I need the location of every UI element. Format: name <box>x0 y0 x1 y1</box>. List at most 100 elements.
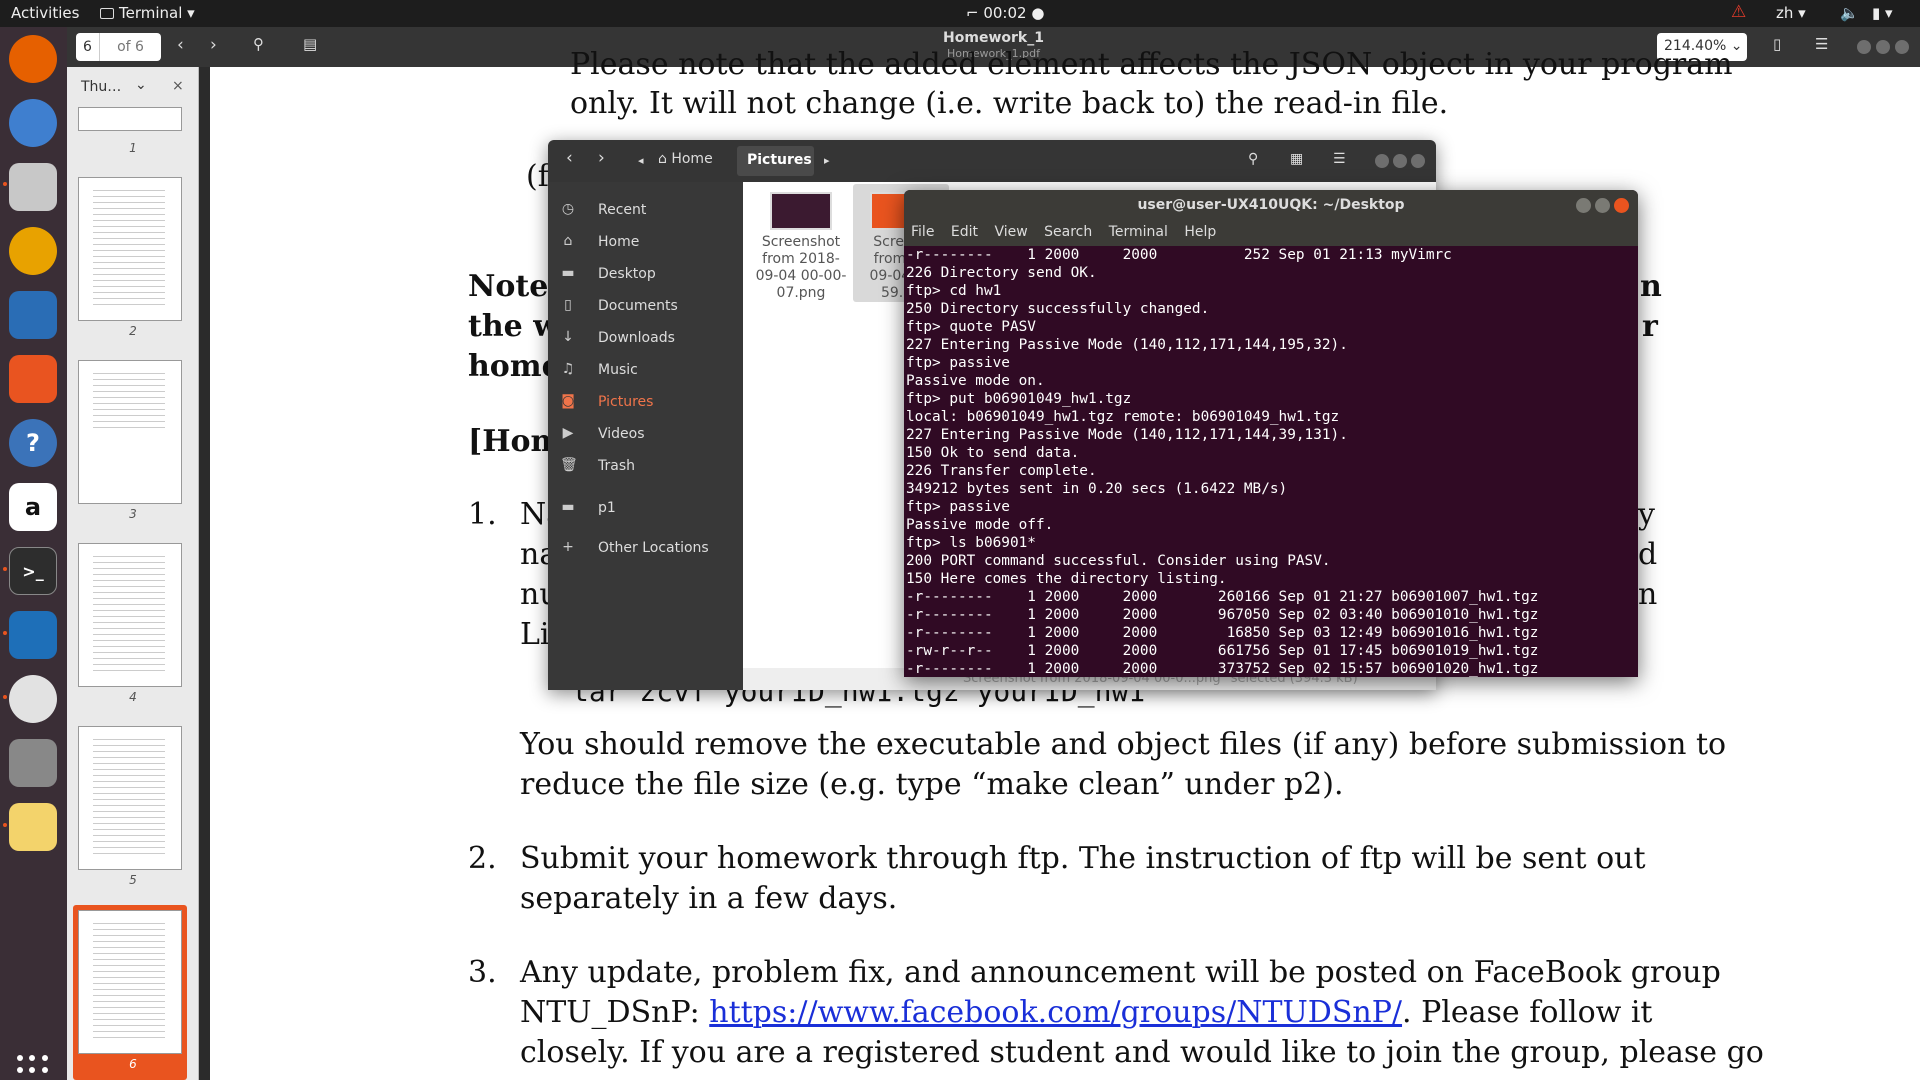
sidebar-item-music[interactable]: ♫ Music <box>548 356 743 386</box>
sidebar-item-p1[interactable]: ▬ p1 <box>548 494 743 524</box>
battery-icon[interactable]: ▮ ▾ <box>1872 4 1893 22</box>
doc-line: Li <box>520 617 550 652</box>
writer-icon[interactable] <box>9 291 57 339</box>
sidebar-item-label: Videos <box>598 426 645 442</box>
app-menu-terminal[interactable]: Terminal ▾ <box>100 4 195 22</box>
doc-line: Submit your homework through ftp. The in… <box>520 841 1646 876</box>
terminal-output[interactable]: -r-------- 1 2000 2000 252 Sep 01 21:13 … <box>906 246 1636 677</box>
sidebar-mode-label[interactable]: Thu… <box>81 79 121 95</box>
breadcrumb-current[interactable]: Pictures <box>737 146 814 176</box>
menu-terminal[interactable]: Terminal <box>1109 224 1168 240</box>
menu-edit[interactable]: Edit <box>951 224 978 240</box>
document-icon[interactable]: ▯ <box>1773 35 1781 53</box>
evince-icon[interactable] <box>9 675 57 723</box>
view-options-icon[interactable]: ▦ <box>1290 151 1303 167</box>
path-right-icon[interactable]: ▸ <box>824 154 830 167</box>
warning-icon[interactable]: ⚠ <box>1731 2 1746 22</box>
close-sidebar-icon[interactable]: × <box>172 78 184 94</box>
terminal-dock-icon[interactable]: >_ <box>9 547 57 595</box>
page-thumbnail-6[interactable] <box>78 910 182 1054</box>
terminal-line: Passive mode off. <box>906 517 1054 533</box>
sidebar-item-trash[interactable]: 🗑 Trash <box>548 452 743 482</box>
breadcrumb-home-label: Home <box>671 151 713 167</box>
breadcrumb-home[interactable]: ⌂ Home <box>658 151 713 167</box>
page-thumbnail-4[interactable] <box>78 543 182 687</box>
sidebar-item-label: p1 <box>598 500 616 516</box>
home-icon: ⌂ <box>658 151 667 167</box>
sidebar-item-home[interactable]: ⌂ Home <box>548 228 743 258</box>
printer-icon[interactable] <box>9 739 57 787</box>
maximize-button[interactable] <box>1595 198 1610 213</box>
show-applications-icon[interactable] <box>17 1055 49 1080</box>
maximize-button[interactable] <box>1393 154 1407 168</box>
terminal-line: ftp> passive <box>906 499 1010 515</box>
menu-icon[interactable]: ☰ <box>1815 35 1828 53</box>
menu-help[interactable]: Help <box>1184 224 1216 240</box>
doc-line: y <box>1638 497 1655 532</box>
text-editor-icon[interactable] <box>9 803 57 851</box>
terminal-title: user@user-UX410UQK: ~/Desktop <box>904 190 1638 221</box>
close-button[interactable] <box>1895 40 1909 54</box>
menu-search[interactable]: Search <box>1044 224 1092 240</box>
sidebar-item-videos[interactable]: ▶ Videos <box>548 420 743 450</box>
doc-line: d <box>1638 537 1658 572</box>
firefox-icon[interactable] <box>9 35 57 83</box>
chevron-down-icon[interactable]: ⌄ <box>135 77 147 93</box>
sidebar-item-pictures[interactable]: ◙ Pictures <box>548 388 743 418</box>
video-icon: ▶ <box>562 425 574 441</box>
menu-file[interactable]: File <box>911 224 934 240</box>
maximize-button[interactable] <box>1876 40 1890 54</box>
sidebar-item-downloads[interactable]: ↓ Downloads <box>548 324 743 354</box>
search-icon[interactable]: ⚲ <box>1248 151 1258 167</box>
terminal-line: 349212 bytes sent in 0.20 secs (1.6422 M… <box>906 481 1288 497</box>
thunderbird-icon[interactable] <box>9 99 57 147</box>
terminal-line: ftp> passive <box>906 355 1010 371</box>
facebook-group-link[interactable]: https://www.facebook.com/groups/NTUDSnP/ <box>709 995 1402 1030</box>
minimize-button[interactable] <box>1576 198 1591 213</box>
file-item[interactable]: Screenshot from 2018- 09-04 00-00- 07.pn… <box>753 184 849 302</box>
path-left-icon[interactable]: ◂ <box>638 154 644 167</box>
sidebar-item-other-locations[interactable]: + Other Locations <box>548 534 743 564</box>
doc-line: NTU_DSnP: https://www.facebook.com/group… <box>520 993 1653 1033</box>
forward-icon[interactable]: › <box>598 148 605 168</box>
terminal-line: 227 Entering Passive Mode (140,112,171,1… <box>906 337 1348 353</box>
help-icon[interactable]: ? <box>9 419 57 467</box>
thumbnail-number: 4 <box>129 690 137 704</box>
menu-view[interactable]: View <box>994 224 1027 240</box>
thumbnail-number: 3 <box>129 507 137 521</box>
clock[interactable]: ⌐ 00:02 ● <box>966 4 1044 22</box>
doc-notes: the w <box>468 309 560 344</box>
back-icon[interactable]: ‹ <box>566 148 573 168</box>
input-method-indicator[interactable]: zh ▾ <box>1776 4 1806 22</box>
running-indicator <box>3 182 7 186</box>
download-icon: ↓ <box>562 329 574 345</box>
minimize-button[interactable] <box>1375 154 1389 168</box>
page-thumbnail-2[interactable] <box>78 177 182 321</box>
files-icon[interactable] <box>9 163 57 211</box>
sidebar-item-label: Other Locations <box>598 540 709 556</box>
sidebar-item-label: Downloads <box>598 330 675 346</box>
sidebar-item-documents[interactable]: ▯ Documents <box>548 292 743 322</box>
page-thumbnail-1[interactable] <box>78 107 182 131</box>
menu-icon[interactable]: ☰ <box>1333 151 1346 167</box>
volume-icon[interactable]: 🔈 <box>1840 4 1859 22</box>
file-name-line: from 2018- <box>762 251 840 267</box>
doc-notes: home <box>468 349 561 384</box>
doc-line: Please note that the added element affec… <box>570 47 1733 82</box>
amazon-icon[interactable]: a <box>9 483 57 531</box>
page-thumbnail-3[interactable] <box>78 360 182 504</box>
home-icon: ⌂ <box>563 233 573 249</box>
sidebar-item-desktop[interactable]: ▬ Desktop <box>548 260 743 290</box>
close-button[interactable] <box>1411 154 1425 168</box>
file-name-line: 09-04 00-00- <box>755 268 847 284</box>
minimize-button[interactable] <box>1857 40 1871 54</box>
list-number: 1. <box>468 497 497 532</box>
rhythmbox-icon[interactable] <box>9 227 57 275</box>
vscode-icon[interactable] <box>9 611 57 659</box>
page-thumbnail-5[interactable] <box>78 726 182 870</box>
close-button[interactable] <box>1614 198 1629 213</box>
software-center-icon[interactable] <box>9 355 57 403</box>
sidebar-item-recent[interactable]: ◷ Recent <box>548 196 743 226</box>
activities-button[interactable]: Activities <box>11 4 79 22</box>
terminal-line: -r-------- 1 2000 2000 967050 Sep 02 03:… <box>906 607 1539 623</box>
